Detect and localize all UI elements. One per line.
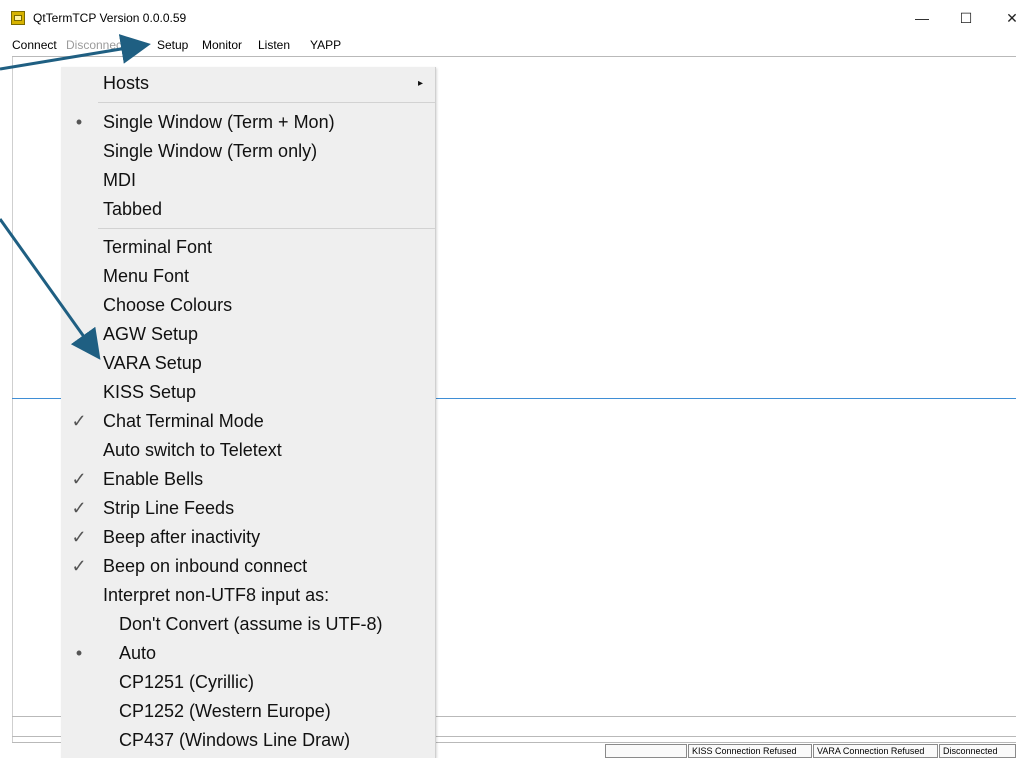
radio-dot-icon: • <box>75 643 83 663</box>
menu-label: Terminal Font <box>103 237 213 257</box>
menu-disconnect: Disconnect <box>66 38 126 52</box>
menu-setup[interactable]: Setup <box>157 36 188 54</box>
check-icon: ✓ <box>71 469 87 489</box>
menu-interpret-non-utf8: Interpret non-UTF8 input as: <box>61 581 435 610</box>
status-kiss: KISS Connection Refused <box>688 744 812 758</box>
menu-label: Strip Line Feeds <box>103 498 235 518</box>
menu-label: VARA Setup <box>103 353 202 373</box>
menu-label: Choose Colours <box>103 295 233 315</box>
menu-enable-bells[interactable]: ✓ Enable Bells <box>61 465 435 494</box>
menu-label: Beep on inbound connect <box>103 556 308 576</box>
menu-label: Single Window (Term + Mon) <box>103 112 335 132</box>
menu-menu-font[interactable]: Menu Font <box>61 262 435 291</box>
menu-agw-setup[interactable]: AGW Setup <box>61 320 435 349</box>
menu-cp437[interactable]: CP437 (Windows Line Draw) <box>61 726 435 755</box>
check-icon: ✓ <box>71 411 87 431</box>
status-connection: Disconnected <box>939 744 1016 758</box>
menu-bar: Connect Disconnect Setup Monitor Listen … <box>0 36 1016 54</box>
menu-cp1252[interactable]: CP1252 (Western Europe) <box>61 697 435 726</box>
status-vara: VARA Connection Refused <box>813 744 938 758</box>
menu-vara-setup[interactable]: VARA Setup <box>61 349 435 378</box>
menu-choose-colours[interactable]: Choose Colours <box>61 291 435 320</box>
pane-left-border <box>12 56 13 742</box>
menu-hosts[interactable]: Hosts ▸ <box>61 69 435 98</box>
menu-beep-after-inactivity[interactable]: ✓ Beep after inactivity <box>61 523 435 552</box>
menu-separator <box>98 228 435 229</box>
menu-label: CP1251 (Cyrillic) <box>119 672 255 692</box>
menu-dont-convert[interactable]: Don't Convert (assume is UTF-8) <box>61 610 435 639</box>
menu-label: Interpret non-UTF8 input as: <box>103 585 330 605</box>
submenu-arrow-icon: ▸ <box>417 78 423 89</box>
menu-label: Single Window (Term only) <box>103 141 318 161</box>
menu-separator <box>98 102 435 103</box>
menu-auto-switch-teletext[interactable]: Auto switch to Teletext <box>61 436 435 465</box>
maximize-icon[interactable]: ☐ <box>948 8 984 28</box>
menu-label: AGW Setup <box>103 324 199 344</box>
menu-label: MDI <box>103 170 136 190</box>
menu-tabbed[interactable]: Tabbed <box>61 195 435 224</box>
menu-beep-inbound-connect[interactable]: ✓ Beep on inbound connect <box>61 552 435 581</box>
menu-label: Menu Font <box>103 266 190 286</box>
menu-label: Don't Convert (assume is UTF-8) <box>119 614 383 634</box>
status-field-empty <box>605 744 687 758</box>
menu-strip-line-feeds[interactable]: ✓ Strip Line Feeds <box>61 494 435 523</box>
minimize-icon[interactable]: — <box>904 8 940 28</box>
menu-chat-terminal-mode[interactable]: ✓ Chat Terminal Mode <box>61 407 435 436</box>
check-icon: ✓ <box>71 556 87 576</box>
menu-mdi[interactable]: MDI <box>61 166 435 195</box>
menu-single-window-term-only[interactable]: Single Window (Term only) <box>61 137 435 166</box>
menu-cp1251[interactable]: CP1251 (Cyrillic) <box>61 668 435 697</box>
menu-auto[interactable]: • Auto <box>61 639 435 668</box>
window-title: QtTermTCP Version 0.0.0.59 <box>33 11 187 25</box>
menu-label: Enable Bells <box>103 469 204 489</box>
menu-label: CP1252 (Western Europe) <box>119 701 331 721</box>
setup-dropdown-menu: Hosts ▸ • Single Window (Term + Mon) Sin… <box>61 67 436 758</box>
menu-yapp[interactable]: YAPP <box>310 36 341 54</box>
menu-label: Beep after inactivity <box>103 527 261 547</box>
menu-listen[interactable]: Listen <box>258 36 290 54</box>
radio-dot-icon: • <box>75 112 83 132</box>
menu-kiss-setup[interactable]: KISS Setup <box>61 378 435 407</box>
menu-label: Tabbed <box>103 199 163 219</box>
app-icon <box>11 11 25 25</box>
menu-connect[interactable]: Connect <box>12 36 57 54</box>
close-icon[interactable]: ✕ <box>994 8 1016 28</box>
title-bar: QtTermTCP Version 0.0.0.59 — ☐ ✕ <box>0 0 1016 34</box>
menu-label: Auto <box>119 643 157 663</box>
menu-label: KISS Setup <box>103 382 197 402</box>
menu-terminal-font[interactable]: Terminal Font <box>61 233 435 262</box>
check-icon: ✓ <box>71 527 87 547</box>
menu-monitor[interactable]: Monitor <box>202 36 242 54</box>
top-pane-border <box>12 56 1016 57</box>
menu-label: Auto switch to Teletext <box>103 440 282 460</box>
menu-label: CP437 (Windows Line Draw) <box>119 730 351 750</box>
menu-label: Hosts <box>103 73 150 93</box>
menu-label: Chat Terminal Mode <box>103 411 264 431</box>
check-icon: ✓ <box>71 498 87 518</box>
menu-single-window-term-mon[interactable]: • Single Window (Term + Mon) <box>61 108 435 137</box>
